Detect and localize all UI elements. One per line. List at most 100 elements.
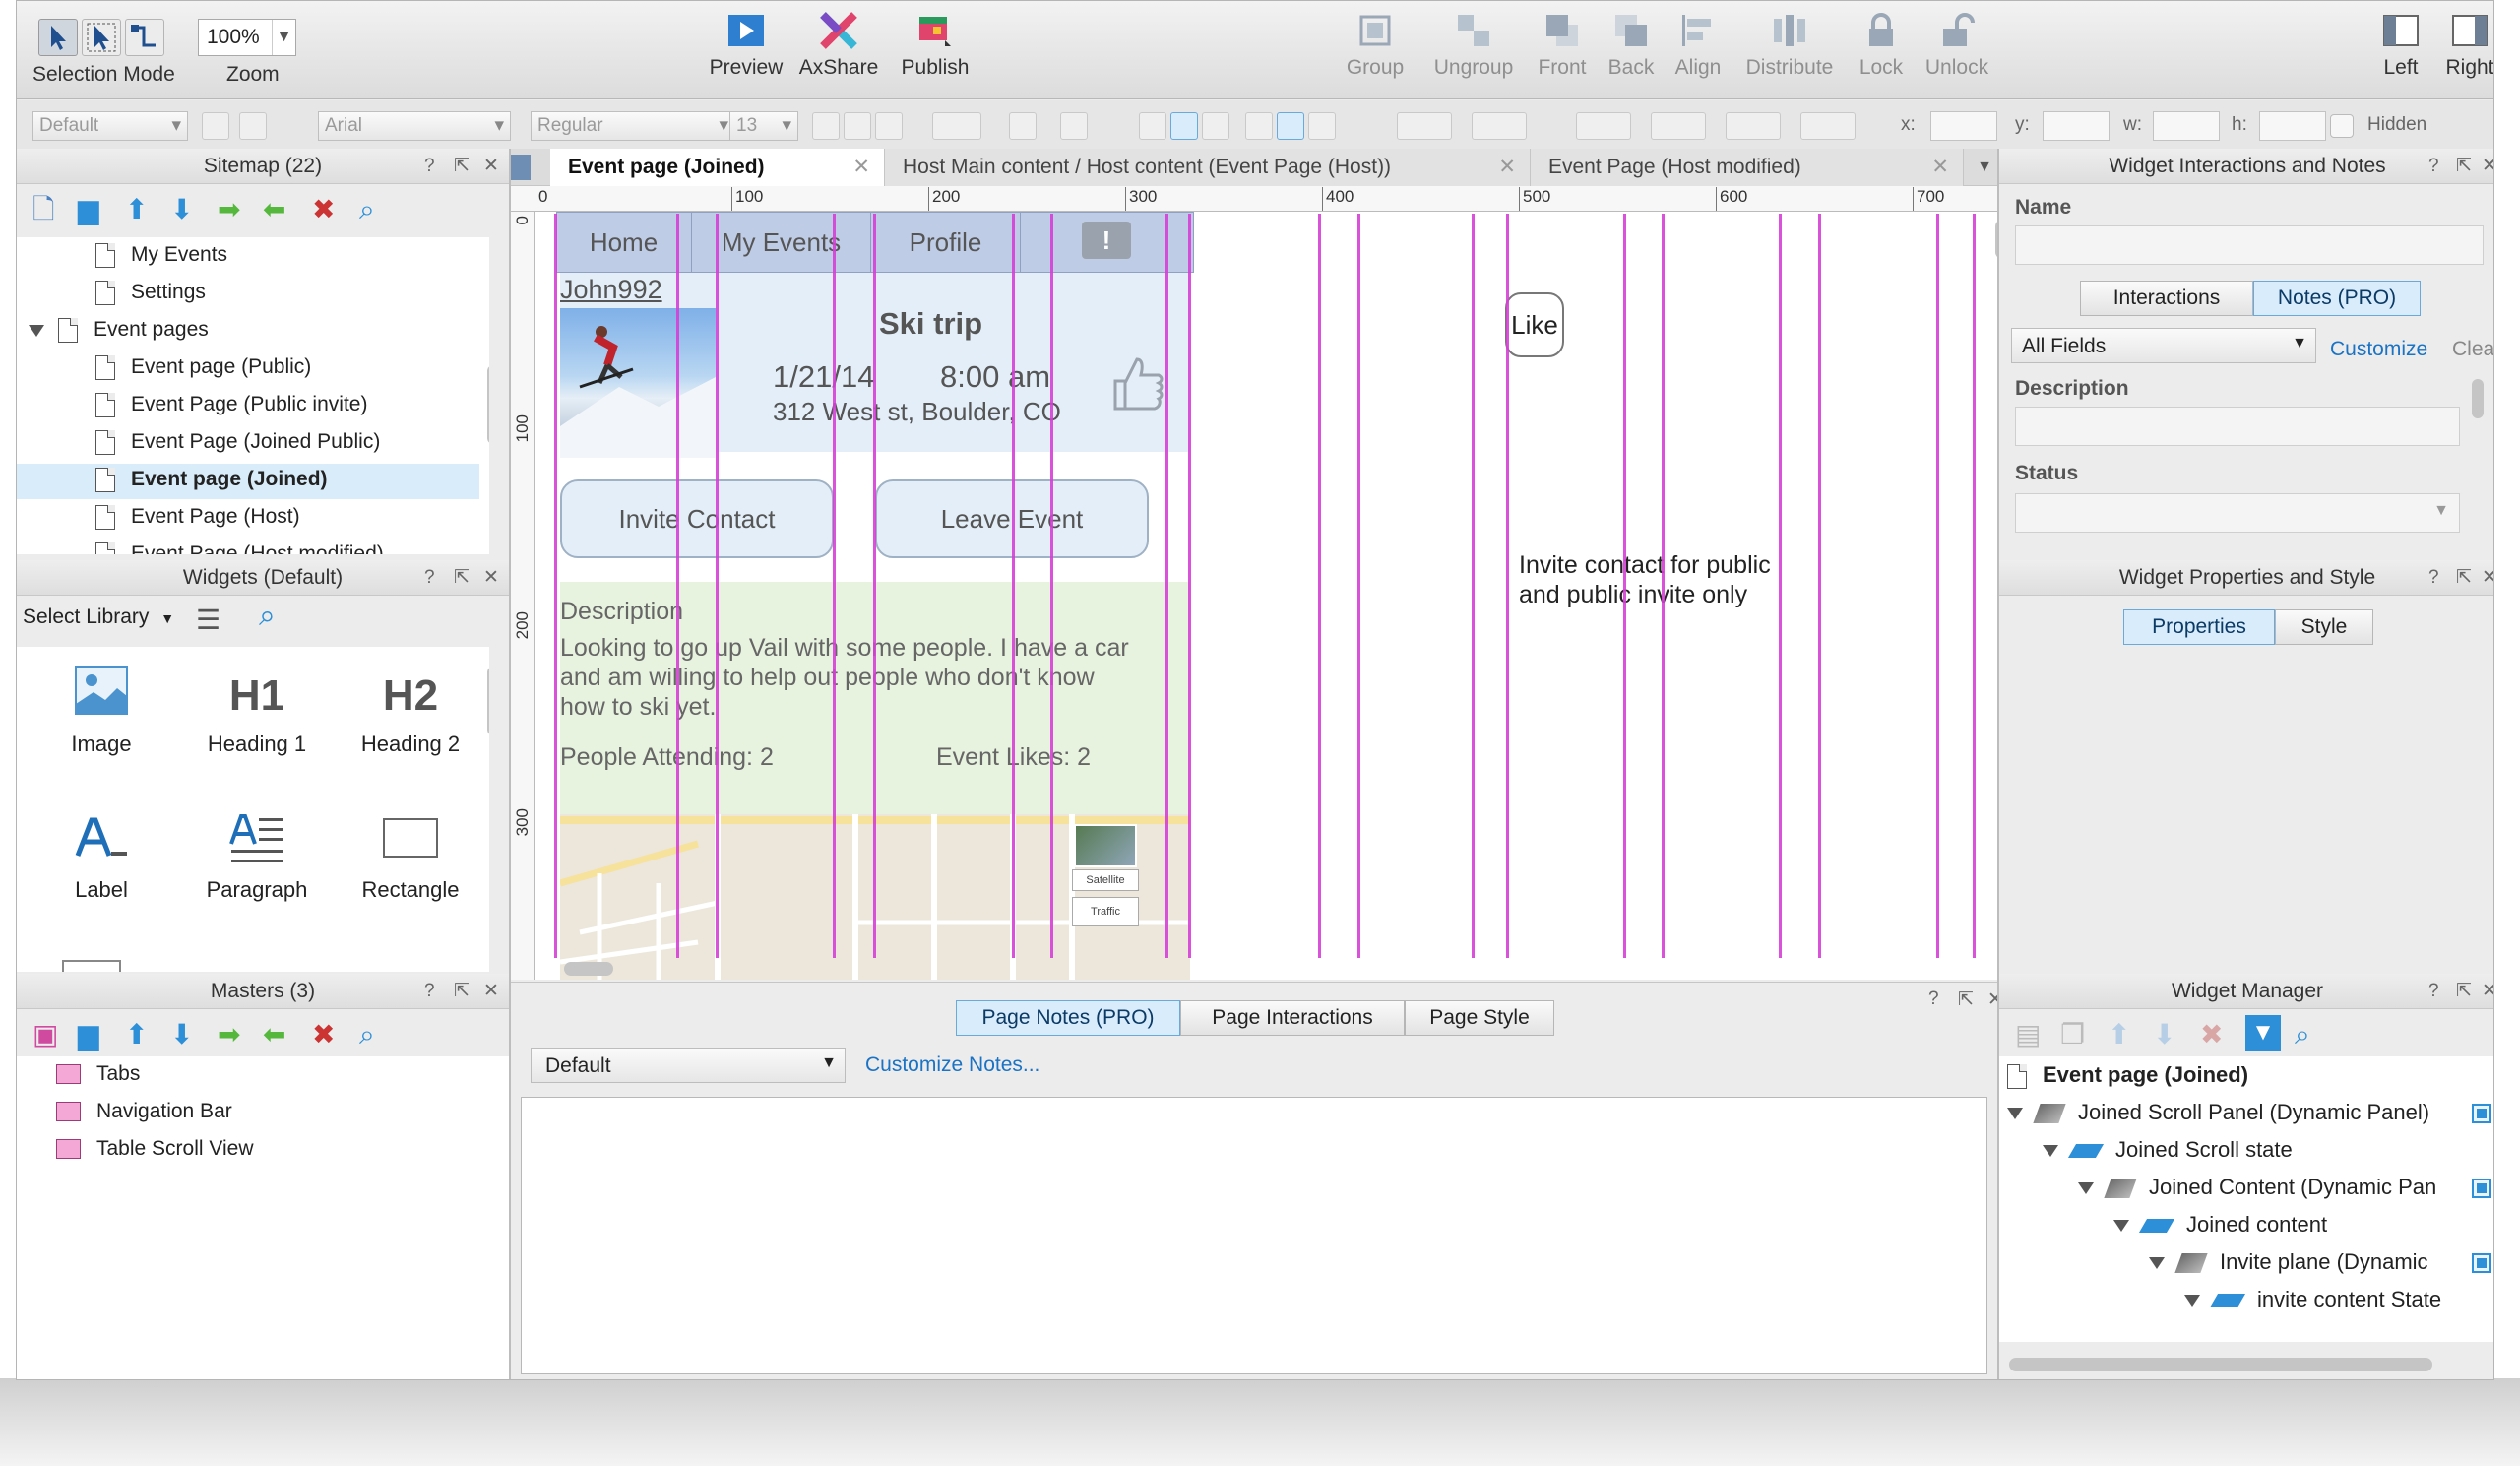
widget-image[interactable]: Image: [36, 661, 166, 779]
visibility-checkbox[interactable]: [2472, 1253, 2491, 1273]
wm-row-joined-content-state[interactable]: Joined content: [2113, 1212, 2327, 1238]
arrow-style-icon[interactable]: [1800, 112, 1856, 140]
popout-icon[interactable]: ⇱: [454, 974, 470, 1009]
like-button[interactable]: Like: [1505, 292, 1564, 357]
align-right-icon[interactable]: [1202, 112, 1229, 140]
close-tab-icon[interactable]: ✕: [1498, 149, 1516, 186]
distribute-button[interactable]: Distribute: [1735, 11, 1844, 80]
close-icon[interactable]: ✕: [2482, 149, 2493, 184]
paint-bucket-icon[interactable]: [239, 112, 267, 140]
tab-scroll-left-icon[interactable]: [511, 155, 531, 180]
preview-button[interactable]: Preview: [694, 11, 798, 80]
popout-icon[interactable]: ⇱: [2456, 974, 2472, 1009]
align-left-icon[interactable]: [1139, 112, 1166, 140]
visibility-checkbox[interactable]: [2472, 1179, 2491, 1198]
outdent-icon[interactable]: ⬅: [263, 1015, 285, 1054]
mock-nav-home[interactable]: Home: [556, 212, 692, 273]
notes-type-select[interactable]: Default ▼: [531, 1048, 846, 1083]
axshare-button[interactable]: AxShare: [785, 11, 893, 80]
popout-icon[interactable]: ⇱: [454, 560, 470, 596]
tab-interactions[interactable]: Interactions: [2080, 281, 2253, 316]
tab-page-notes[interactable]: Page Notes (PRO): [956, 1000, 1180, 1036]
sitemap-item-event-page-host-modified[interactable]: Event Page (Host modified): [95, 542, 384, 554]
connector-mode-icon[interactable]: [125, 19, 164, 56]
expand-triangle-icon[interactable]: [2113, 1220, 2129, 1233]
font-color-icon[interactable]: [932, 112, 981, 140]
h-input[interactable]: [2259, 111, 2326, 141]
status-field-select[interactable]: ▼: [2015, 493, 2460, 533]
expand-triangle-icon[interactable]: [2184, 1295, 2200, 1307]
description-field-input[interactable]: [2015, 407, 2460, 446]
wm-row-joined-content-panel[interactable]: Joined Content (Dynamic Pan: [2078, 1175, 2436, 1200]
tab-notes-pro[interactable]: Notes (PRO): [2253, 281, 2421, 316]
move-up-icon[interactable]: ⬆: [2108, 1015, 2130, 1054]
customize-link[interactable]: Customize: [2330, 338, 2427, 361]
unlock-button[interactable]: Unlock: [1913, 11, 2001, 80]
close-icon[interactable]: ✕: [483, 560, 499, 596]
help-icon[interactable]: ?: [2428, 974, 2439, 1009]
map-satellite-button[interactable]: Satellite: [1072, 869, 1139, 891]
zoom-select[interactable]: 100% ▼: [198, 19, 296, 56]
valign-top-icon[interactable]: [1245, 112, 1273, 140]
close-icon[interactable]: ✕: [2482, 974, 2493, 1009]
left-panel-toggle-button[interactable]: Left: [2362, 11, 2440, 80]
widget-rectangle[interactable]: Rectangle: [346, 808, 475, 926]
select-intersect-icon[interactable]: [38, 19, 78, 56]
add-page-icon[interactable]: 🗋: [32, 190, 55, 229]
font-select[interactable]: Arial: [318, 111, 511, 141]
move-up-icon[interactable]: ⬆: [125, 190, 148, 229]
widget-paragraph[interactable]: Paragraph: [192, 808, 322, 926]
underline-icon[interactable]: [875, 112, 903, 140]
chat-bubble-icon[interactable]: !: [1082, 222, 1131, 259]
library-menu-icon[interactable]: ☰: [196, 604, 220, 636]
username-link[interactable]: John992: [560, 275, 662, 305]
master-item-table-scroll-view[interactable]: Table Scroll View: [56, 1137, 254, 1161]
outdent-icon[interactable]: ⬅: [263, 190, 285, 229]
search-icon[interactable]: ⌕: [359, 1015, 375, 1054]
delete-icon[interactable]: ✖: [2200, 1015, 2223, 1054]
page-notes-textarea[interactable]: [521, 1097, 1987, 1374]
format-painter-icon[interactable]: [202, 112, 229, 140]
filter-icon[interactable]: ▼: [2245, 1015, 2281, 1051]
sitemap-item-settings[interactable]: Settings: [95, 281, 206, 305]
widget-name-input[interactable]: [2015, 225, 2484, 265]
popout-icon[interactable]: ⇱: [454, 149, 470, 184]
tab-event-page-joined[interactable]: Event page (Joined) ✕: [550, 149, 885, 186]
right-panel-toggle-button[interactable]: Right: [2430, 11, 2493, 80]
sitemap-item-event-page-joined[interactable]: Event page (Joined): [95, 468, 328, 492]
tab-properties[interactable]: Properties: [2123, 609, 2275, 645]
link-icon[interactable]: [1060, 112, 1088, 140]
tab-page-interactions[interactable]: Page Interactions: [1180, 1000, 1405, 1036]
publish-button[interactable]: Publish: [881, 11, 989, 80]
align-center-icon[interactable]: [1170, 112, 1198, 140]
bold-icon[interactable]: [812, 112, 840, 140]
visibility-checkbox[interactable]: [2472, 1104, 2491, 1123]
delete-icon[interactable]: ✖: [312, 1015, 335, 1054]
popout-icon[interactable]: ⇱: [2456, 149, 2472, 184]
ungroup-button[interactable]: Ungroup: [1417, 11, 1531, 80]
hidden-checkbox[interactable]: [2330, 114, 2354, 138]
move-down-icon[interactable]: ⬇: [170, 190, 193, 229]
help-icon[interactable]: ?: [2428, 149, 2439, 184]
expand-triangle-icon[interactable]: [2043, 1145, 2058, 1158]
fill-color-icon[interactable]: [1397, 112, 1452, 140]
valign-bottom-icon[interactable]: [1308, 112, 1336, 140]
tab-list-dropdown-icon[interactable]: ▼: [1972, 149, 1997, 186]
sitemap-item-my-events[interactable]: My Events: [95, 243, 227, 268]
add-folder-icon[interactable]: ▆: [78, 190, 99, 229]
mock-nav-profile[interactable]: Profile: [871, 212, 1021, 273]
bullet-list-icon[interactable]: [1009, 112, 1037, 140]
help-icon[interactable]: ?: [1928, 988, 1939, 1010]
font-weight-select[interactable]: Regular: [531, 111, 735, 141]
search-icon[interactable]: ⌕: [2295, 1015, 2310, 1054]
wm-row-invite-plane-panel[interactable]: Invite plane (Dynamic: [2149, 1249, 2428, 1275]
valign-middle-icon[interactable]: [1277, 112, 1304, 140]
wm-row-joined-scroll-state[interactable]: Joined Scroll state: [2043, 1137, 2293, 1163]
group-button[interactable]: Group: [1334, 11, 1417, 80]
widget-manager-horizontal-scrollbar[interactable]: [2009, 1358, 2432, 1371]
help-icon[interactable]: ?: [424, 974, 435, 1009]
mock-nav-my-events[interactable]: My Events: [692, 212, 871, 273]
thumbs-up-icon[interactable]: [1109, 353, 1165, 413]
expand-triangle-icon[interactable]: [2149, 1257, 2165, 1270]
align-button[interactable]: Align: [1657, 11, 1739, 80]
